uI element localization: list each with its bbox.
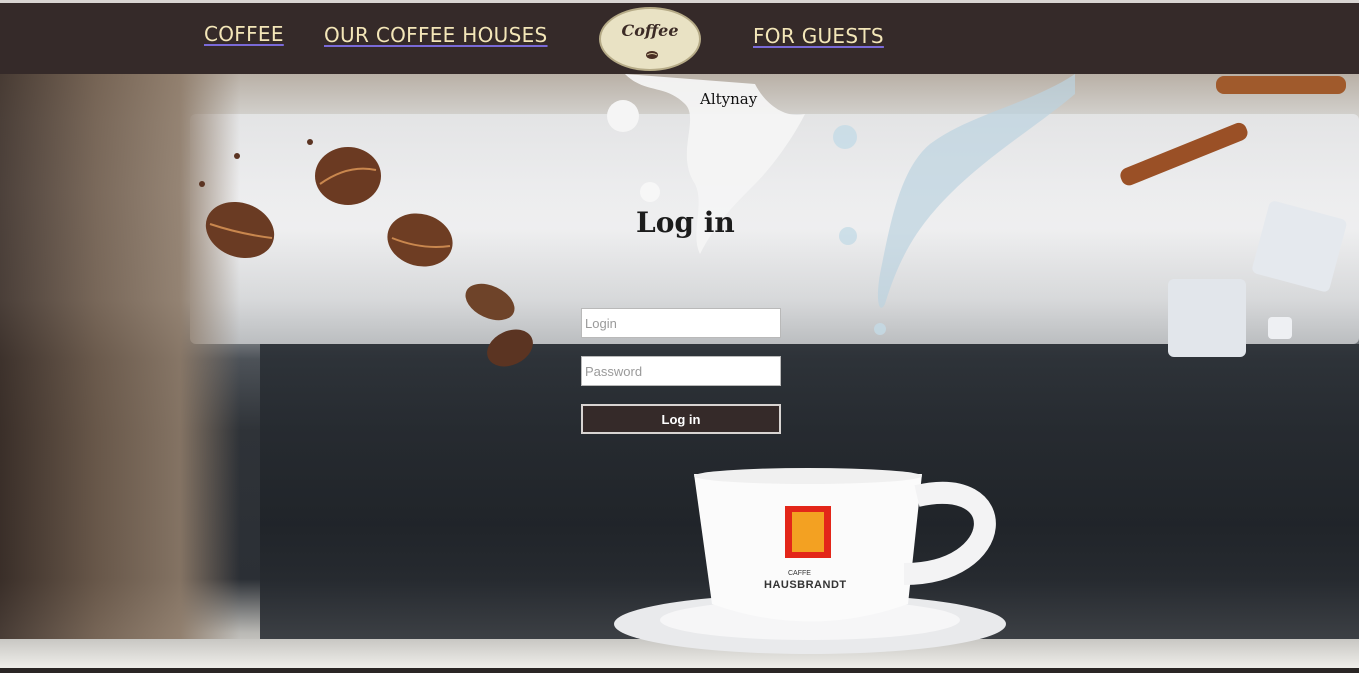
coffee-bean-icon bbox=[205, 201, 275, 259]
nav-link-coffee[interactable]: COFFEE bbox=[204, 22, 284, 46]
coffee-bean-icon bbox=[315, 147, 381, 205]
logo-bean-icon bbox=[646, 51, 658, 59]
coffee-bean-icon bbox=[465, 283, 515, 321]
login-input[interactable] bbox=[581, 308, 781, 338]
cup-brand: HAUSBRANDT bbox=[764, 579, 847, 591]
nav-link-coffee-houses[interactable]: OUR COFFEE HOUSES bbox=[324, 23, 548, 47]
cinnamon-image bbox=[1120, 76, 1346, 186]
sugar-cubes-image bbox=[1168, 201, 1347, 357]
coffee-cup-image bbox=[614, 468, 1006, 654]
water-splash-image bbox=[833, 74, 1075, 335]
current-user-name: Altynay bbox=[700, 90, 758, 108]
nav-link-for-guests[interactable]: FOR GUESTS bbox=[753, 24, 884, 48]
bottom-strip bbox=[0, 668, 1359, 673]
page-title: Log in bbox=[636, 206, 735, 239]
login-button[interactable]: Log in bbox=[581, 404, 781, 434]
cup-brand-small: CAFFE bbox=[788, 570, 811, 577]
coffee-beans-group bbox=[199, 139, 533, 367]
logo-text: Coffee bbox=[621, 21, 679, 40]
site-logo[interactable]: Coffee bbox=[599, 7, 701, 71]
coffee-bean-icon bbox=[487, 329, 533, 367]
navbar: COFFEE OUR COFFEE HOUSES Coffee FOR GUES… bbox=[0, 3, 1359, 74]
coffee-bean-icon bbox=[387, 213, 453, 267]
password-input[interactable] bbox=[581, 356, 781, 386]
